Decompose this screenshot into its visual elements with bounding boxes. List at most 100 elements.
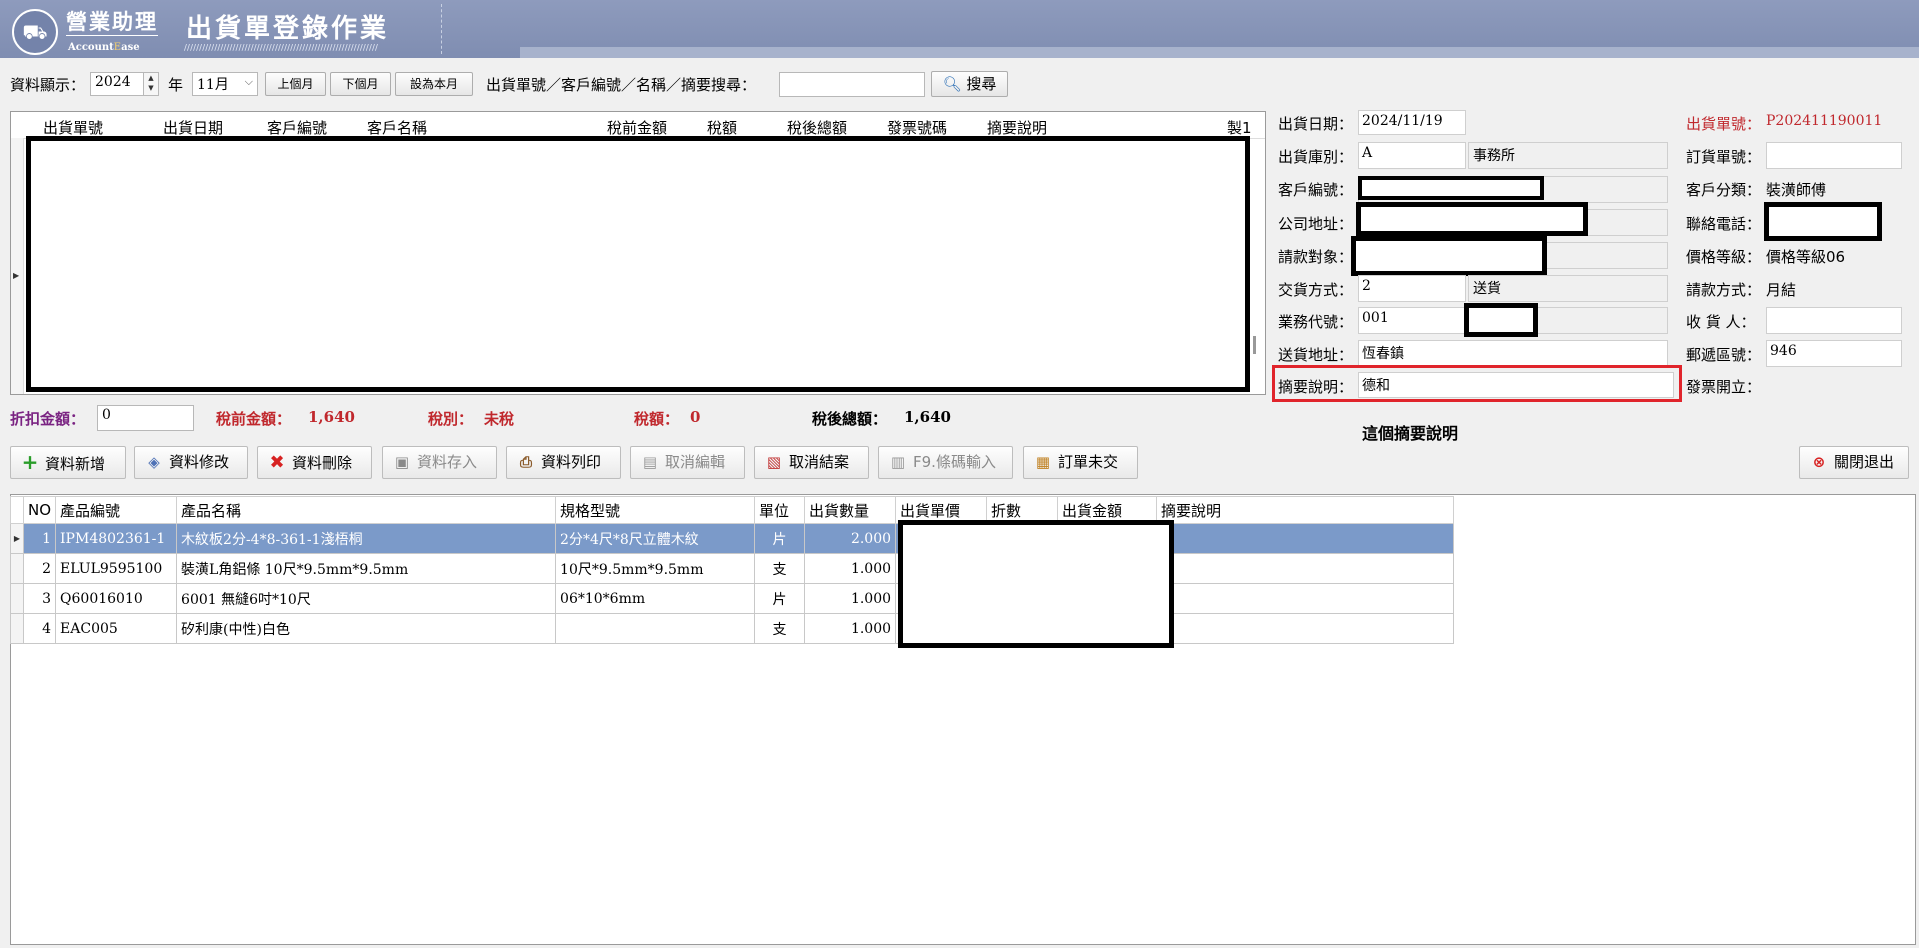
ship-addr-input[interactable]: 恆春鎮 xyxy=(1358,340,1668,367)
this-month-button[interactable]: 設為本月 xyxy=(395,72,473,96)
warehouse-code-input[interactable]: A xyxy=(1358,142,1466,169)
detail-col-unit[interactable]: 單位 xyxy=(754,496,806,524)
address-label: 公司地址： xyxy=(1278,215,1354,233)
add-button[interactable]: + 資料新增 xyxy=(10,446,126,479)
row-header xyxy=(10,553,24,584)
list-col-tax[interactable]: 稅額 xyxy=(707,117,737,138)
brand-english: AccountEase xyxy=(68,42,140,53)
row-qty[interactable]: 1.000 xyxy=(804,583,897,614)
order-no-label: 出貨單號： xyxy=(1686,115,1762,133)
detail-row[interactable]: ▶ 1 IPM4802361-1 木紋板2分-4*8-361-1淺梧桐 2分*4… xyxy=(10,523,1455,554)
detail-row[interactable]: 4 EAC005 矽利康(中性)白色 支 1.000 xyxy=(10,613,1455,644)
order-pending-button[interactable]: ▦ 訂單未交 xyxy=(1023,446,1138,479)
delete-button[interactable]: ✖ 資料刪除 xyxy=(257,446,372,479)
row-qty[interactable]: 2.000 xyxy=(804,523,897,554)
row-spec[interactable] xyxy=(555,613,756,644)
detail-row[interactable]: 2 ELUL9595100 裝潢L角鋁條 10尺*9.5mm*9.5mm 10尺… xyxy=(10,553,1455,584)
po-input[interactable] xyxy=(1766,142,1902,169)
search-input[interactable] xyxy=(779,72,925,97)
prev-month-button[interactable]: 上個月 xyxy=(265,72,326,96)
search-button[interactable]: 🔍︎ 搜尋 xyxy=(931,71,1008,97)
year-stepper[interactable]: 2024 ▲ ▼ xyxy=(90,72,159,96)
detail-row[interactable]: 3 Q60016010 6001 無縫6吋*10尺 06*10*6mm 片 1.… xyxy=(10,583,1455,614)
sales-code-input[interactable]: 001 xyxy=(1358,307,1466,334)
row-code[interactable]: EAC005 xyxy=(55,613,178,644)
list-col-memo[interactable]: 摘要說明 xyxy=(987,117,1047,138)
cancel-close-button[interactable]: ▧ 取消結案 xyxy=(754,446,869,479)
close-button[interactable]: ⊗ 關閉退出 xyxy=(1799,446,1909,479)
row-qty[interactable]: 1.000 xyxy=(804,613,897,644)
row-name[interactable]: 矽利康(中性)白色 xyxy=(176,613,557,644)
title-decoration: ////////////////////////////////////////… xyxy=(184,44,379,53)
detail-col-code[interactable]: 產品編號 xyxy=(55,496,178,524)
eraser-icon: ◈ xyxy=(148,453,160,471)
detail-col-spec[interactable]: 規格型號 xyxy=(555,496,756,524)
row-name[interactable]: 木紋板2分-4*8-361-1淺梧桐 xyxy=(176,523,557,554)
print-button[interactable]: ⎙ 資料列印 xyxy=(506,446,621,479)
row-unit[interactable]: 片 xyxy=(754,523,806,554)
row-qty[interactable]: 1.000 xyxy=(804,553,897,584)
detail-col-name[interactable]: 產品名稱 xyxy=(176,496,557,524)
row-memo[interactable] xyxy=(1156,613,1455,644)
memo-input[interactable]: 德和 xyxy=(1358,372,1674,398)
edit-button[interactable]: ◈ 資料修改 xyxy=(134,446,248,479)
list-scrollbar[interactable] xyxy=(1253,336,1256,354)
year-spin-buttons[interactable]: ▲ ▼ xyxy=(143,73,158,95)
current-row-icon: ▶ xyxy=(13,271,20,280)
display-label: 資料顯示： xyxy=(10,76,86,94)
list-col-order-no[interactable]: 出貨單號 xyxy=(43,117,103,138)
list-col-aftertax[interactable]: 稅後總額 xyxy=(787,117,847,138)
row-memo[interactable] xyxy=(1156,583,1455,614)
list-col-extra[interactable]: 製1 xyxy=(1227,117,1257,138)
list-col-customer-name[interactable]: 客戶名稱 xyxy=(367,117,427,138)
receiver-label: 收 貨 人： xyxy=(1686,313,1756,331)
list-col-pretax[interactable]: 稅前金額 xyxy=(607,117,667,138)
row-code[interactable]: IPM4802361-1 xyxy=(55,523,178,554)
row-name[interactable]: 6001 無縫6吋*10尺 xyxy=(176,583,557,614)
zip-input[interactable]: 946 xyxy=(1766,340,1902,367)
detail-col-qty[interactable]: 出貨數量 xyxy=(804,496,897,524)
close-circle-icon: ⊗ xyxy=(1812,453,1826,471)
barcode-button[interactable]: ▥ F9.條碼輸入 xyxy=(878,446,1013,479)
ship-date-input[interactable]: 2024/11/19 xyxy=(1358,110,1466,135)
detail-col-memo[interactable]: 摘要說明 xyxy=(1156,496,1455,524)
row-unit[interactable]: 支 xyxy=(754,553,806,584)
next-month-button[interactable]: 下個月 xyxy=(330,72,391,96)
row-unit[interactable]: 片 xyxy=(754,583,806,614)
payment-label: 請款方式： xyxy=(1686,281,1762,299)
discount-input[interactable]: 0 xyxy=(97,405,194,431)
aftertax-label: 稅後總額： xyxy=(812,410,888,428)
row-memo[interactable] xyxy=(1156,523,1455,554)
row-code[interactable]: ELUL9595100 xyxy=(55,553,178,584)
payment-value: 月結 xyxy=(1766,281,1797,299)
save-button[interactable]: ▣ 資料存入 xyxy=(382,446,497,479)
search-label: 出貨單號／客戶編號／名稱／摘要搜尋： xyxy=(486,76,757,94)
row-unit[interactable]: 支 xyxy=(754,613,806,644)
row-memo[interactable] xyxy=(1156,553,1455,584)
detail-table[interactable]: NO 產品編號 產品名稱 規格型號 單位 出貨數量 出貨單價 折數 出貨金額 摘… xyxy=(10,496,1455,644)
list-col-customer-id[interactable]: 客戶編號 xyxy=(267,117,327,138)
barcode-icon: ▥ xyxy=(890,453,906,471)
row-spec[interactable]: 10尺*9.5mm*9.5mm xyxy=(555,553,756,584)
ship-addr-label: 送貨地址： xyxy=(1278,346,1354,364)
list-col-invoice[interactable]: 發票號碼 xyxy=(887,117,947,138)
pretax-label: 稅前金額： xyxy=(216,410,292,428)
receiver-input[interactable] xyxy=(1766,307,1902,334)
year-label: 年 xyxy=(168,76,184,94)
delivery-name: 送貨 xyxy=(1468,275,1668,302)
memo-label: 摘要說明： xyxy=(1278,378,1354,396)
detail-col-no[interactable]: NO xyxy=(22,496,57,524)
row-no: 3 xyxy=(22,583,57,614)
month-select[interactable]: 11月 ⌵ xyxy=(192,72,258,96)
row-code[interactable]: Q60016010 xyxy=(55,583,178,614)
detail-header-row: NO 產品編號 產品名稱 規格型號 單位 出貨數量 出貨單價 折數 出貨金額 摘… xyxy=(10,496,1455,524)
delivery-code-input[interactable]: 2 xyxy=(1358,275,1466,302)
row-name[interactable]: 裝潢L角鋁條 10尺*9.5mm*9.5mm xyxy=(176,553,557,584)
customer-class-value: 裝潢師傅 xyxy=(1766,181,1827,199)
row-spec[interactable]: 06*10*6mm xyxy=(555,583,756,614)
list-col-date[interactable]: 出貨日期 xyxy=(163,117,223,138)
row-spec[interactable]: 2分*4尺*8尺立體木紋 xyxy=(555,523,756,554)
po-label: 訂貨單號： xyxy=(1686,148,1762,166)
header-divider xyxy=(441,4,442,54)
cancel-edit-button[interactable]: ▤ 取消編輯 xyxy=(630,446,745,479)
